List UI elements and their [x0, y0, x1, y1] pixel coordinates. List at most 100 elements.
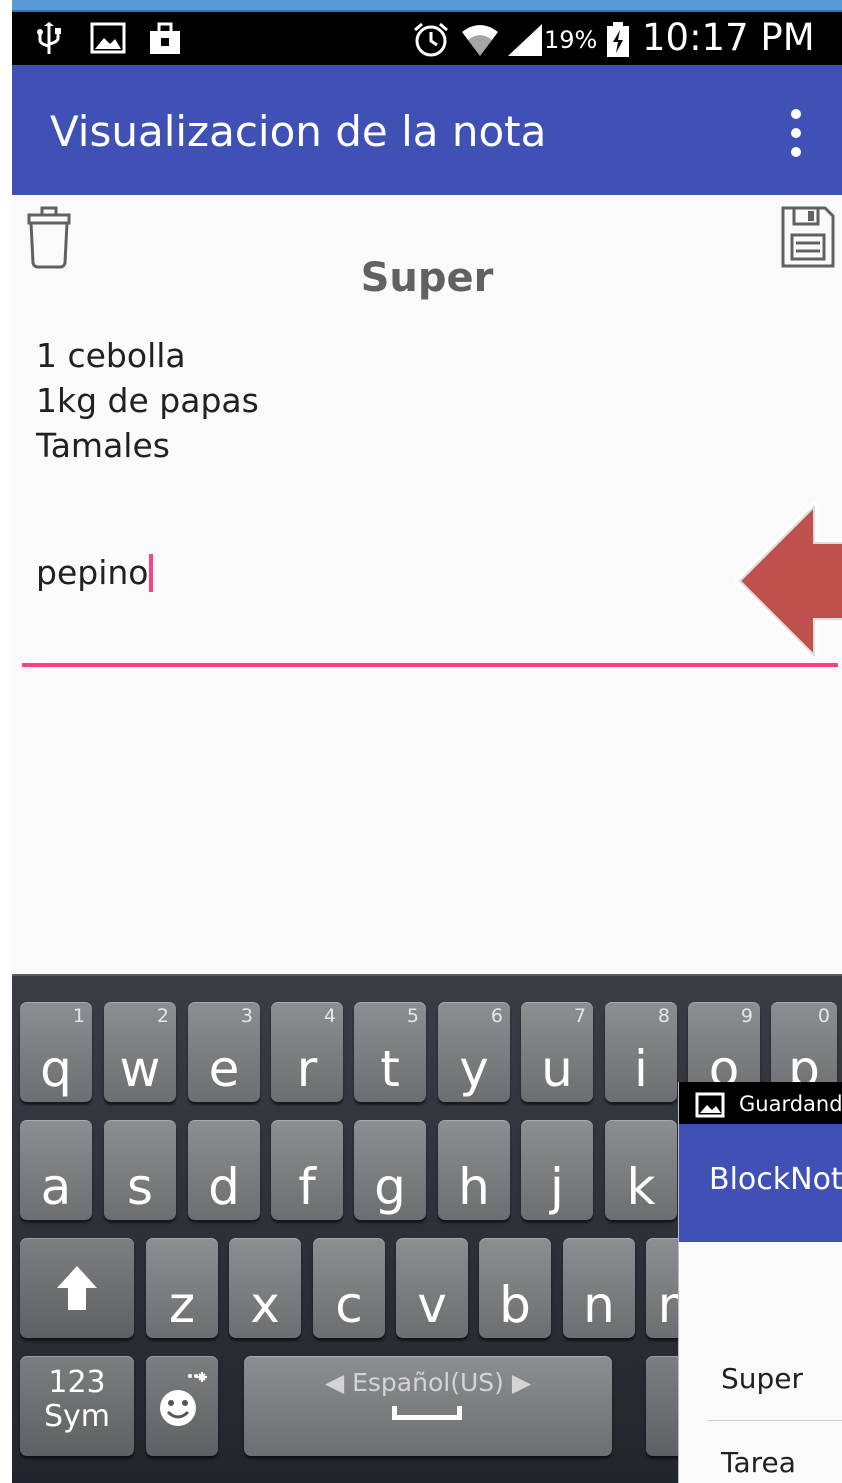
key-label: z — [168, 1276, 196, 1334]
key-i[interactable]: 8i — [605, 1002, 677, 1102]
key-w[interactable]: 2w — [104, 1002, 176, 1102]
key-alt-label: 3 — [240, 1005, 253, 1027]
key-alt-label: 4 — [323, 1005, 336, 1027]
key-alt-label: 0 — [817, 1005, 830, 1027]
key-d[interactable]: d — [188, 1120, 260, 1220]
note-line: 1 cebolla — [36, 336, 186, 375]
usb-icon — [34, 22, 64, 61]
key-x[interactable]: x — [229, 1238, 301, 1338]
key-label: u — [541, 1040, 573, 1098]
note-line-last: pepino — [36, 550, 259, 595]
key-label: n — [583, 1276, 615, 1334]
phone-screen: 19% 10:17 PM Visualizacion de la nota Su… — [12, 12, 842, 1483]
document-frame-left — [0, 0, 12, 1483]
key-s[interactable]: s — [104, 1120, 176, 1220]
key-label: h — [458, 1158, 490, 1216]
key-label: g — [374, 1158, 406, 1216]
key-f[interactable]: f — [271, 1120, 343, 1220]
key-label: r — [296, 1040, 318, 1098]
preview-status-text: Guardando — [739, 1092, 842, 1116]
note-line: pepino — [36, 553, 149, 592]
note-title: Super — [360, 255, 494, 301]
key-alt-label: 6 — [490, 1005, 503, 1027]
key-c[interactable]: c — [313, 1238, 385, 1338]
preview-status-bar: Guardando — [679, 1082, 842, 1124]
key-e[interactable]: 3e — [188, 1002, 260, 1102]
key-r[interactable]: 4r — [271, 1002, 343, 1102]
key-label: i — [634, 1040, 648, 1098]
key-h[interactable]: h — [438, 1120, 510, 1220]
symbols-key[interactable]: 123 Sym — [20, 1356, 134, 1456]
emoji-icon — [160, 1372, 207, 1426]
key-label: j — [550, 1158, 564, 1216]
key-k[interactable]: k — [605, 1120, 677, 1220]
key-u[interactable]: 7u — [521, 1002, 593, 1102]
preview-app-title: BlockNotas — [709, 1162, 842, 1197]
space-bar-icon — [392, 1406, 462, 1420]
language-label: ◀ Español(US) ▶ — [324, 1368, 532, 1397]
document-frame-top — [0, 0, 842, 12]
key-label: w — [119, 1040, 161, 1098]
key-j[interactable]: j — [521, 1120, 593, 1220]
shift-key[interactable] — [20, 1238, 134, 1338]
page-title: Visualizacion de la nota — [50, 107, 547, 156]
preview-app-bar: BlockNotas — [679, 1124, 842, 1242]
key-label: a — [40, 1158, 72, 1216]
spacebar[interactable]: ◀ Español(US) ▶ — [244, 1356, 612, 1456]
key-alt-label: 8 — [657, 1005, 670, 1027]
symbols-line-2: Sym — [43, 1399, 111, 1434]
key-label: b — [499, 1276, 531, 1334]
key-v[interactable]: v — [396, 1238, 468, 1338]
overflow-menu-icon[interactable] — [778, 109, 814, 159]
key-label: f — [298, 1158, 316, 1216]
key-q[interactable]: 1q — [20, 1002, 92, 1102]
note-line: 1kg de papas — [36, 381, 259, 420]
key-n[interactable]: n — [563, 1238, 635, 1338]
key-label: k — [626, 1158, 656, 1216]
list-item[interactable]: Super — [721, 1362, 803, 1395]
key-label: t — [380, 1040, 400, 1098]
key-g[interactable]: g — [354, 1120, 426, 1220]
key-y[interactable]: 6y — [438, 1002, 510, 1102]
image-icon — [695, 1092, 725, 1123]
field-underline — [22, 663, 838, 667]
status-bar: 19% 10:17 PM — [12, 12, 842, 65]
list-item[interactable]: Tarea — [721, 1446, 796, 1479]
signal-icon — [506, 22, 544, 63]
battery-charging-icon — [606, 22, 630, 63]
key-b[interactable]: b — [479, 1238, 551, 1338]
shopping-bag-icon — [148, 22, 182, 61]
annotation-arrow — [734, 501, 842, 661]
key-label: q — [40, 1040, 72, 1098]
recent-app-preview[interactable]: Guardando BlockNotas Super Tarea — [678, 1082, 842, 1483]
battery-percent: 19% — [544, 26, 598, 54]
key-alt-label: 5 — [406, 1005, 419, 1027]
key-z[interactable]: z — [146, 1238, 218, 1338]
key-alt-label: 1 — [72, 1005, 85, 1027]
key-label: v — [417, 1276, 447, 1334]
key-label: y — [459, 1040, 489, 1098]
key-label: e — [208, 1040, 240, 1098]
clock: 10:17 PM — [642, 16, 815, 59]
note-line: Tamales — [36, 426, 170, 465]
emoji-key[interactable] — [146, 1356, 218, 1456]
symbols-key-label: 123 Sym — [20, 1366, 134, 1434]
key-alt-label: 2 — [156, 1005, 169, 1027]
key-t[interactable]: 5t — [354, 1002, 426, 1102]
key-alt-label: 9 — [740, 1005, 753, 1027]
key-label: x — [250, 1276, 280, 1334]
key-label: d — [208, 1158, 240, 1216]
key-a[interactable]: a — [20, 1120, 92, 1220]
key-label: c — [335, 1276, 363, 1334]
note-body-text: 1 cebolla 1kg de papas Tamales pepino — [36, 333, 259, 595]
note-line — [36, 468, 259, 513]
alarm-icon — [412, 22, 450, 63]
app-bar: Visualizacion de la nota — [12, 65, 842, 195]
text-cursor — [149, 554, 154, 592]
shift-arrow-icon — [57, 1266, 97, 1310]
wifi-icon — [460, 22, 500, 63]
image-icon — [90, 22, 126, 59]
key-label: s — [126, 1158, 154, 1216]
note-view: Super 1 cebolla 1kg de papas Tamales pep… — [12, 195, 842, 985]
symbols-line-1: 123 — [48, 1365, 106, 1400]
